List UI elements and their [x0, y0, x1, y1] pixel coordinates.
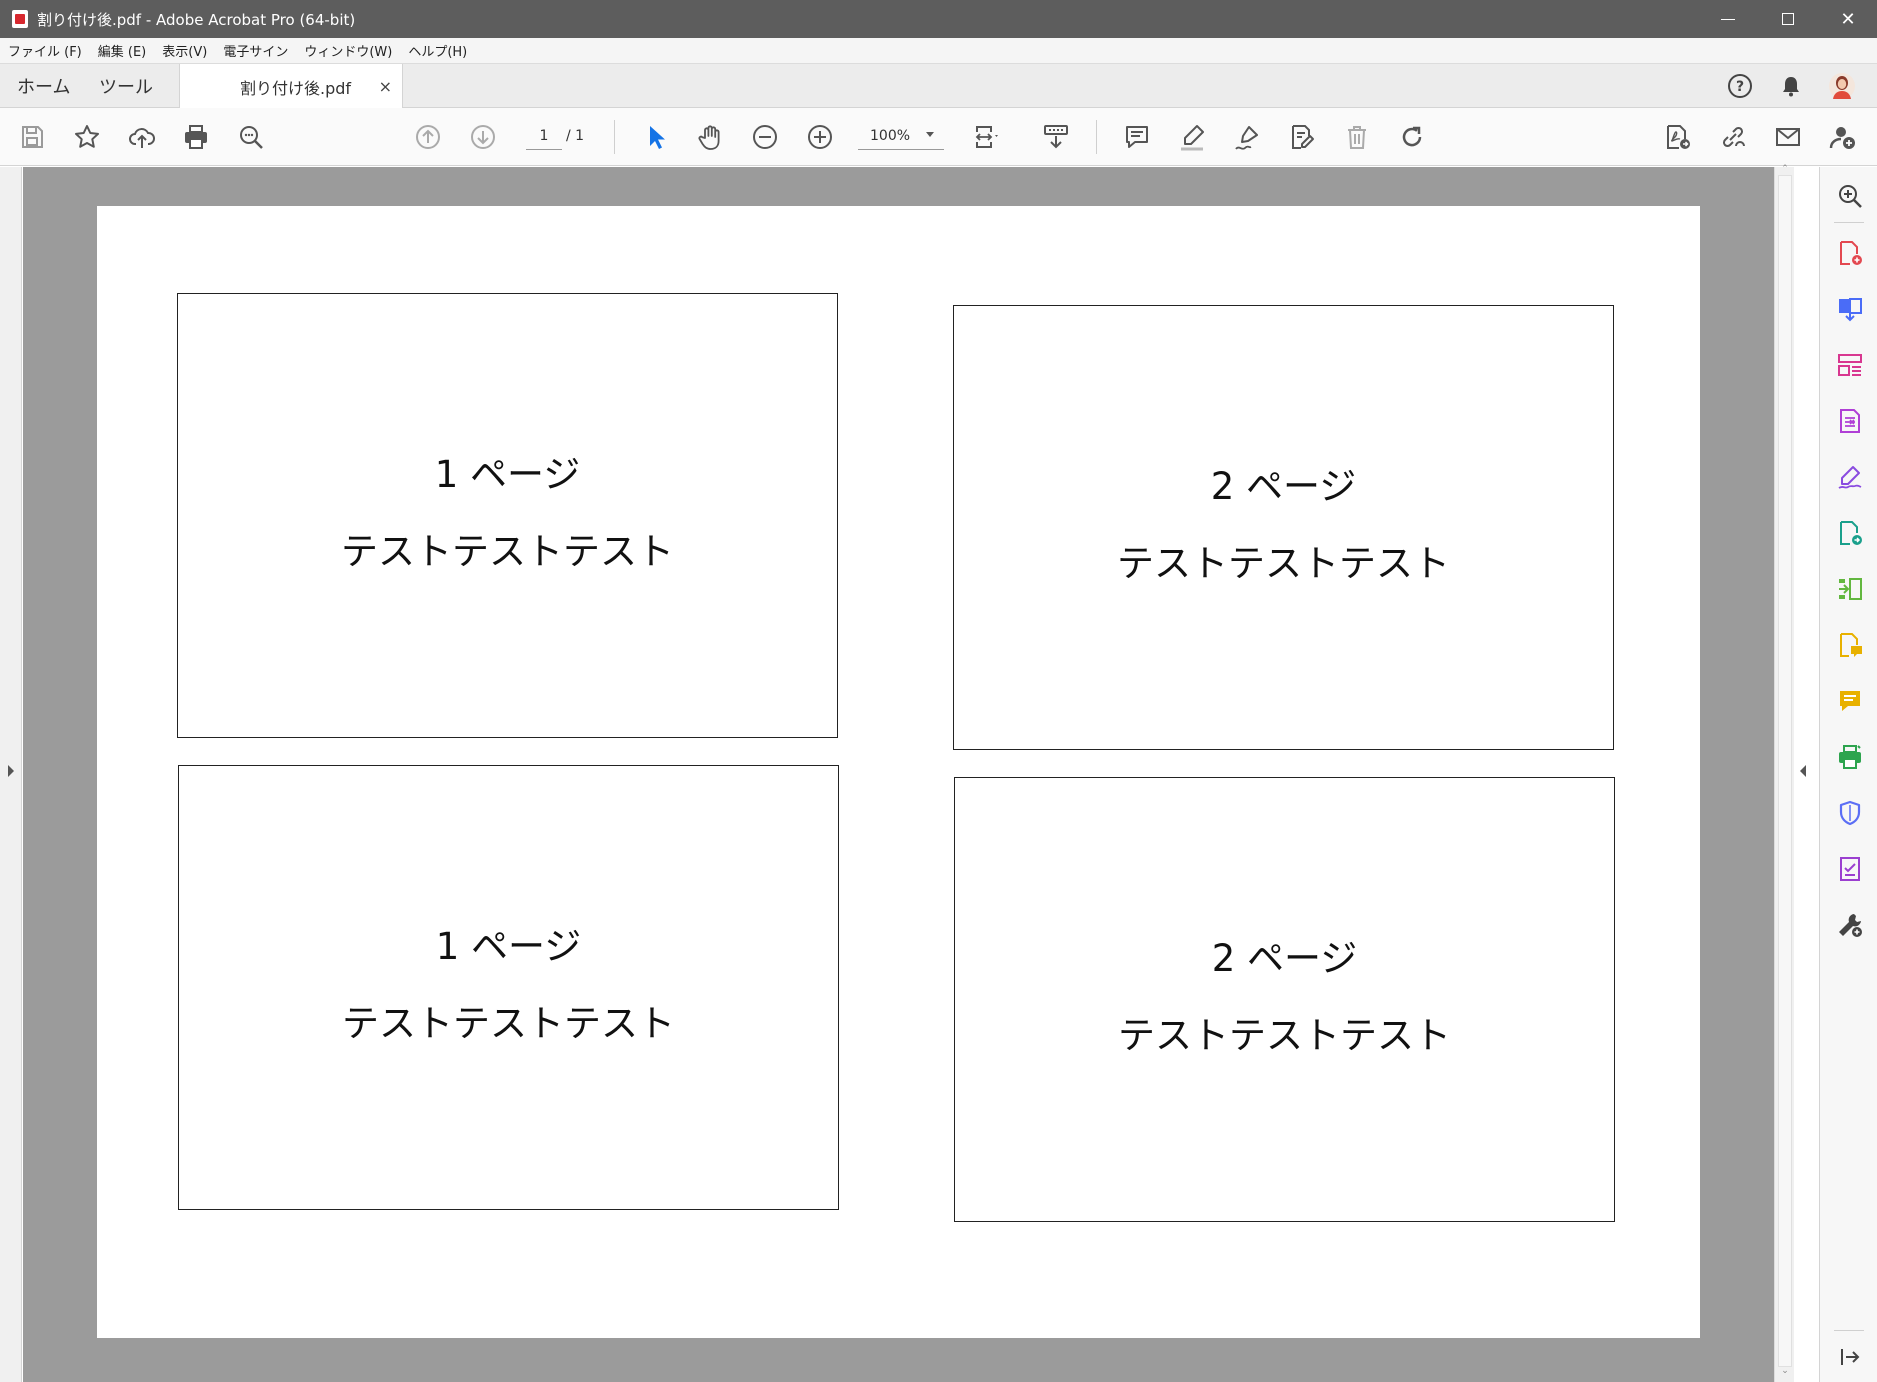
document-card: 1 ページ テストテストテスト [177, 293, 838, 738]
mail-icon[interactable] [1772, 121, 1804, 153]
arrow-up-circle-icon[interactable] [412, 121, 444, 153]
fit-page-icon[interactable] [970, 121, 1002, 153]
print-production-icon[interactable] [1835, 742, 1865, 772]
comment-note-icon[interactable] [1835, 686, 1865, 716]
page-number-input[interactable]: 1 [526, 122, 562, 150]
scrollbar-thumb[interactable] [1778, 175, 1792, 1367]
comment-tool-icon[interactable] [1835, 630, 1865, 660]
bell-icon[interactable] [1777, 72, 1805, 100]
menu-window[interactable]: ウィンドウ(W) [304, 41, 392, 60]
pane-separator [1834, 222, 1864, 223]
title-bar: 割り付け後.pdf - Adobe Acrobat Pro (64-bit) ✕ [0, 0, 1877, 38]
add-user-icon[interactable] [1827, 121, 1859, 153]
menu-file[interactable]: ファイル (F) [8, 41, 82, 60]
tab-document-label: 割り付け後.pdf [240, 78, 352, 98]
tab-tools[interactable]: ツール [99, 64, 153, 108]
highlighter-icon[interactable] [1176, 121, 1208, 153]
save-icon[interactable] [16, 121, 48, 153]
menu-bar: ファイル (F) 編集 (E) 表示(V) 電子サイン ウィンドウ(W) ヘルプ… [0, 38, 1877, 64]
document-card: 1 ページ テストテストテスト [178, 765, 839, 1210]
document-viewport[interactable]: 1 ページ テストテストテスト 2 ページ テストテストテスト 1 ページ テス… [23, 167, 1774, 1382]
arrow-down-circle-icon[interactable] [467, 121, 499, 153]
menu-view[interactable]: 表示(V) [162, 41, 207, 60]
card-text: テストテストテスト [342, 1002, 675, 1045]
card-page-label: 2 ページ [1211, 937, 1358, 980]
menu-esign[interactable]: 電子サイン [223, 41, 288, 60]
menu-help[interactable]: ヘルプ(H) [408, 41, 467, 60]
scroll-mode-icon[interactable] [1040, 121, 1072, 153]
trash-icon[interactable] [1341, 121, 1373, 153]
zoom-search-icon[interactable] [1835, 181, 1865, 211]
star-icon[interactable] [71, 121, 103, 153]
collapse-tools-pane-icon[interactable] [1835, 1342, 1865, 1372]
export-pdf-icon[interactable] [1662, 121, 1694, 153]
close-tab-button[interactable]: × [379, 77, 392, 96]
card-page-label: 1 ページ [434, 453, 581, 496]
comment-icon[interactable] [1121, 121, 1153, 153]
tab-bar: ホーム ツール 割り付け後.pdf × ? [0, 64, 1877, 109]
edit-doc-icon[interactable] [1286, 121, 1318, 153]
pane-separator [1834, 1330, 1864, 1331]
pen-icon[interactable] [1231, 121, 1263, 153]
toolbar-separator [614, 120, 615, 154]
maximize-button[interactable] [1758, 0, 1818, 38]
hand-icon[interactable] [694, 121, 726, 153]
toolbar-separator [1096, 120, 1097, 154]
combine-files-icon[interactable] [1835, 294, 1865, 324]
close-window-button[interactable]: ✕ [1818, 0, 1877, 38]
card-text: テストテストテスト [1118, 1014, 1451, 1057]
minus-circle-icon[interactable] [749, 121, 781, 153]
page-total: / 1 [566, 128, 585, 144]
minimize-button[interactable] [1698, 0, 1758, 38]
svg-text:?: ? [1736, 79, 1744, 95]
tab-home[interactable]: ホーム [17, 64, 70, 108]
vertical-scrollbar[interactable]: ⌃ ⌄ [1774, 165, 1794, 1382]
tab-document[interactable]: 割り付け後.pdf × [179, 64, 403, 109]
card-page-label: 2 ページ [1210, 465, 1357, 508]
protect-shield-icon[interactable] [1835, 798, 1865, 828]
export-pdf-tool-icon[interactable] [1835, 406, 1865, 436]
menu-edit[interactable]: 編集 (E) [98, 41, 147, 60]
print-icon[interactable] [180, 121, 212, 153]
more-tools-icon[interactable] [1835, 910, 1865, 940]
rotate-icon[interactable] [1396, 121, 1428, 153]
collapse-right-pane-icon[interactable] [1800, 765, 1806, 777]
document-card: 2 ページ テストテストテスト [954, 777, 1615, 1222]
avatar-icon[interactable] [1828, 72, 1856, 100]
window-title: 割り付け後.pdf - Adobe Acrobat Pro (64-bit) [37, 10, 356, 29]
fill-sign-icon[interactable] [1835, 462, 1865, 492]
pointer-icon[interactable] [640, 121, 672, 153]
right-tools-pane [1819, 167, 1877, 1382]
magnify-icon[interactable] [235, 121, 267, 153]
scroll-down-icon[interactable]: ⌄ [1780, 1367, 1790, 1376]
help-icon[interactable]: ? [1726, 72, 1754, 100]
chevron-down-icon[interactable] [926, 132, 934, 137]
card-text: テストテストテスト [1117, 542, 1450, 585]
pdf-page: 1 ページ テストテストテスト 2 ページ テストテストテスト 1 ページ テス… [97, 206, 1700, 1338]
send-for-review-icon[interactable] [1835, 518, 1865, 548]
plus-circle-icon[interactable] [804, 121, 836, 153]
card-page-label: 1 ページ [435, 925, 582, 968]
acrobat-app-icon [12, 10, 28, 28]
document-card: 2 ページ テストテストテスト [953, 305, 1614, 750]
review-checklist-icon[interactable] [1835, 854, 1865, 884]
left-navigation-pane[interactable] [0, 167, 22, 1382]
cloud-upload-icon[interactable] [126, 121, 158, 153]
organize-pages-icon[interactable] [1835, 350, 1865, 380]
card-text: テストテストテスト [341, 530, 674, 573]
scroll-up-icon[interactable]: ⌃ [1780, 165, 1790, 174]
share-link-icon[interactable] [1717, 121, 1749, 153]
expand-left-pane-icon[interactable] [8, 765, 14, 777]
compress-pdf-icon[interactable] [1835, 574, 1865, 604]
create-pdf-icon[interactable] [1835, 238, 1865, 268]
